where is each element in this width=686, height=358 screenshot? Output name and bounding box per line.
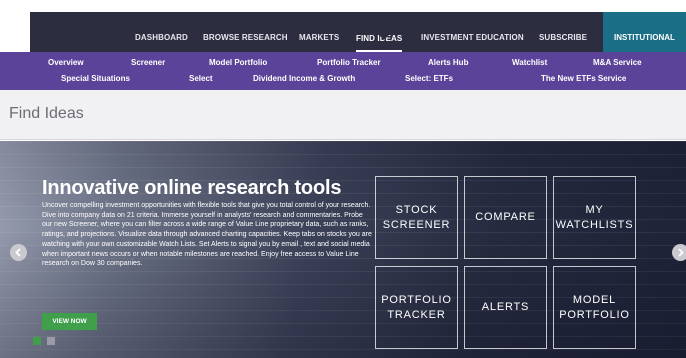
subnav-model-portfolio[interactable]: Model Portfolio xyxy=(209,58,267,67)
active-nav-caret xyxy=(378,34,390,40)
nav-investment-education[interactable]: INVESTMENT EDUCATION xyxy=(421,12,524,52)
carousel-next-button[interactable] xyxy=(672,244,686,261)
carousel-dot-1[interactable] xyxy=(33,337,41,345)
tile-label: COMPARE xyxy=(475,211,536,223)
tile-portfolio-tracker[interactable]: PORTFOLIO TRACKER xyxy=(375,266,458,349)
subnav-watchlist[interactable]: Watchlist xyxy=(512,58,547,67)
nav-institutional-button[interactable]: INSTITUTIONAL xyxy=(603,12,686,52)
tile-compare[interactable]: COMPARE xyxy=(464,176,547,259)
hero-description: Uncover compelling investment opportunit… xyxy=(42,202,372,268)
hero-carousel: Innovative online research tools Uncover… xyxy=(0,141,686,358)
subnav-select[interactable]: Select xyxy=(189,74,213,83)
tile-stock-screener[interactable]: STOCK SCREENER xyxy=(375,176,458,259)
page-header: Find Ideas xyxy=(0,90,686,140)
main-nav: DASHBOARD BROWSE RESEARCH MARKETS FIND I… xyxy=(30,12,686,52)
subnav-alerts-hub[interactable]: Alerts Hub xyxy=(428,58,468,67)
tile-model-portfolio[interactable]: MODEL PORTFOLIO xyxy=(553,266,636,349)
subnav-screener[interactable]: Screener xyxy=(131,58,165,67)
view-now-button[interactable]: VIEW NOW xyxy=(42,313,97,330)
top-bar: DASHBOARD BROWSE RESEARCH MARKETS FIND I… xyxy=(0,0,686,52)
carousel-prev-button[interactable] xyxy=(10,244,27,261)
tile-label: MY WATCHLISTS xyxy=(555,203,634,231)
nav-markets[interactable]: MARKETS xyxy=(299,12,339,52)
nav-subscribe[interactable]: SUBSCRIBE xyxy=(539,12,587,52)
page-title: Find Ideas xyxy=(9,105,84,122)
carousel-dot-2[interactable] xyxy=(47,337,55,345)
nav-browse-research[interactable]: BROWSE RESEARCH xyxy=(203,12,288,52)
chevron-left-icon xyxy=(15,248,21,257)
tile-label: PORTFOLIO TRACKER xyxy=(381,293,452,321)
nav-dashboard[interactable]: DASHBOARD xyxy=(135,12,188,52)
subnav-portfolio-tracker[interactable]: Portfolio Tracker xyxy=(317,58,381,67)
tile-label: STOCK SCREENER xyxy=(382,203,451,231)
sub-nav: Overview Screener Model Portfolio Portfo… xyxy=(0,52,686,90)
tile-alerts[interactable]: ALERTS xyxy=(464,266,547,349)
hero-title: Innovative online research tools xyxy=(42,177,342,199)
subnav-new-etfs-service[interactable]: The New ETFs Service xyxy=(541,74,626,83)
subnav-special-situations[interactable]: Special Situations xyxy=(61,74,130,83)
tile-label: MODEL PORTFOLIO xyxy=(559,293,630,321)
tile-label: ALERTS xyxy=(481,301,530,313)
subnav-select-etfs[interactable]: Select: ETFs xyxy=(405,74,453,83)
chevron-right-icon xyxy=(678,248,684,257)
tile-my-watchlists[interactable]: MY WATCHLISTS xyxy=(553,176,636,259)
subnav-overview[interactable]: Overview xyxy=(48,58,84,67)
subnav-ma-service[interactable]: M&A Service xyxy=(593,58,642,67)
subnav-dividend-income-growth[interactable]: Dividend Income & Growth xyxy=(253,74,355,83)
